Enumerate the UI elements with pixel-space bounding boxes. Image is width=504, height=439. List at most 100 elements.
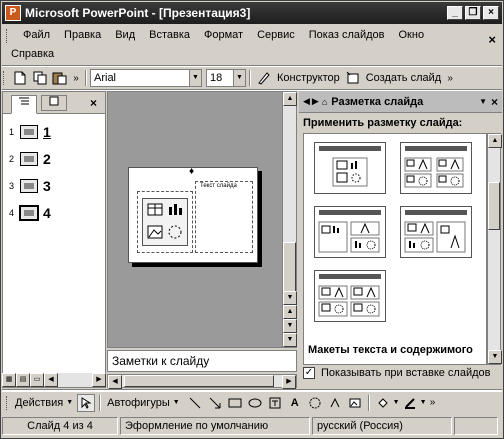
scroll-up-icon[interactable]: ▲ [488,134,502,148]
task-pane-scrollbar[interactable]: ▲ ▼ [487,133,502,365]
toolbar-grip[interactable] [3,71,9,85]
arrow-tool-icon[interactable] [206,394,224,412]
next-slide-icon[interactable]: ▼ [283,319,297,333]
scroll-down-icon[interactable]: ▼ [283,291,297,305]
designer-button[interactable]: Конструктор [277,72,340,84]
slide-thumbnail-4[interactable]: 4 4 [3,199,105,226]
slide-icon [20,178,38,193]
back-arrow-icon[interactable]: ◀ [303,96,310,107]
copy-icon[interactable] [31,69,49,87]
select-pointer-icon[interactable] [77,393,96,412]
new-document-icon[interactable] [11,69,29,87]
layout-title-bar [405,210,467,215]
slideshow-view-icon[interactable]: ▭ [30,373,44,387]
close-icon[interactable]: × [491,95,498,109]
layout-content-icons [404,221,466,253]
layout-thumbnail[interactable] [400,206,472,258]
menu-tools[interactable]: Сервис [250,26,302,44]
scroll-down-icon[interactable]: ▼ [488,350,502,364]
toolbar-grip[interactable] [6,395,12,410]
normal-view-icon[interactable]: ▦ [2,373,16,387]
paste-icon[interactable] [51,69,69,87]
line-color-icon[interactable] [401,394,419,412]
toolbar-more-icon[interactable]: » [445,69,455,87]
autoshapes-menu[interactable]: Автофигуры [107,397,170,409]
restore-button[interactable]: ❐ [465,6,481,20]
layout-thumbnail[interactable] [314,206,386,258]
chevron-down-icon[interactable]: ▼ [233,70,245,86]
oval-tool-icon[interactable] [246,394,264,412]
slides-icon [49,96,59,106]
chevron-down-icon[interactable]: ▼ [420,399,427,406]
slide-label: 2 [43,150,51,167]
powerpoint-app-icon[interactable]: P [5,5,21,21]
new-slide-icon[interactable] [344,69,362,87]
picture-icon[interactable] [346,394,364,412]
diagram-icon[interactable] [306,394,324,412]
menu-grip[interactable] [6,29,9,43]
text-placeholder[interactable]: Текст слайда [195,181,253,253]
wordart-icon[interactable]: A [286,394,304,412]
show-on-insert-checkbox[interactable]: ✓ [303,367,315,379]
minimize-button[interactable]: _ [447,6,463,20]
menu-help[interactable]: Справка [4,45,61,63]
chevron-down-icon[interactable]: ▼ [393,399,400,406]
slides-pane-tabs: × [3,92,105,114]
layout-thumbnail[interactable] [314,142,386,194]
font-size-select[interactable]: 18 ▼ [206,69,246,87]
toolbar-more-icon[interactable]: » [428,394,438,412]
forward-arrow-icon[interactable]: ▶ [312,96,319,107]
slide-thumbnail-2[interactable]: 2 2 [3,145,105,172]
designer-icon[interactable] [255,69,273,87]
scroll-left-icon[interactable]: ◀ [108,375,122,389]
scroll-up-icon[interactable]: ▲ [283,92,297,106]
content-placeholder[interactable] [137,191,193,253]
layout-content-icons [318,221,380,253]
menu-format[interactable]: Формат [197,26,250,44]
textbox-tool-icon[interactable] [266,394,284,412]
home-icon[interactable]: ⌂ [322,97,327,107]
font-name-select[interactable]: Arial ▼ [90,69,202,87]
actions-menu[interactable]: Действия [15,397,63,409]
current-slide[interactable]: ♦ Текст слайда [128,166,258,263]
rectangle-tool-icon[interactable] [226,394,244,412]
close-button[interactable]: × [483,6,499,20]
slide-vertical-scrollbar[interactable]: ▲ ▼ ▲ ▼ ▼ [282,92,297,347]
next-slide-icon[interactable]: ▼ [283,333,297,347]
chevron-down-icon[interactable]: ▼ [479,97,487,106]
slide-horizontal-scrollbar[interactable]: ◀ ▶ [107,374,297,389]
chevron-down-icon[interactable]: ▼ [189,70,201,86]
tab-slides[interactable] [41,95,67,111]
close-pane-icon[interactable]: × [90,96,97,110]
layout-thumbnail[interactable] [400,142,472,194]
fill-color-icon[interactable] [374,394,392,412]
previous-slide-icon[interactable]: ▲ [283,305,297,319]
scroll-thumb[interactable] [488,182,500,230]
toolbar-more-icon[interactable]: » [71,69,81,87]
slide-sorter-view-icon[interactable]: ▤ [16,373,30,387]
menu-edit[interactable]: Правка [57,26,108,44]
menu-insert[interactable]: Вставка [142,26,197,44]
scroll-thumb[interactable] [124,375,274,387]
menu-view[interactable]: Вид [108,26,142,44]
menu-file[interactable]: Файл [16,26,57,44]
chevron-down-icon[interactable]: ▼ [66,399,73,406]
scroll-left-icon[interactable]: ◀ [44,373,58,387]
slide-thumbnail-3[interactable]: 3 3 [3,172,105,199]
tab-outline[interactable] [11,95,37,114]
horizontal-scrollbar[interactable] [58,373,92,387]
new-slide-button[interactable]: Создать слайд [366,72,441,84]
layout-thumbnail[interactable] [314,270,386,322]
close-document-icon[interactable]: × [488,32,496,47]
slide-thumbnail-1[interactable]: 1 1 [3,118,105,145]
scroll-right-icon[interactable]: ▶ [282,375,296,389]
menu-window[interactable]: Окно [392,26,432,44]
show-on-insert-option[interactable]: ✓ Показывать при вставке слайдов [303,367,491,379]
scroll-right-icon[interactable]: ▶ [92,373,106,387]
notes-field[interactable]: Заметки к слайду [107,350,297,372]
chevron-down-icon[interactable]: ▼ [173,399,180,406]
line-tool-icon[interactable] [186,394,204,412]
menu-slideshow[interactable]: Показ слайдов [302,26,392,44]
clipart-icon[interactable] [326,394,344,412]
scroll-thumb[interactable] [283,242,296,292]
